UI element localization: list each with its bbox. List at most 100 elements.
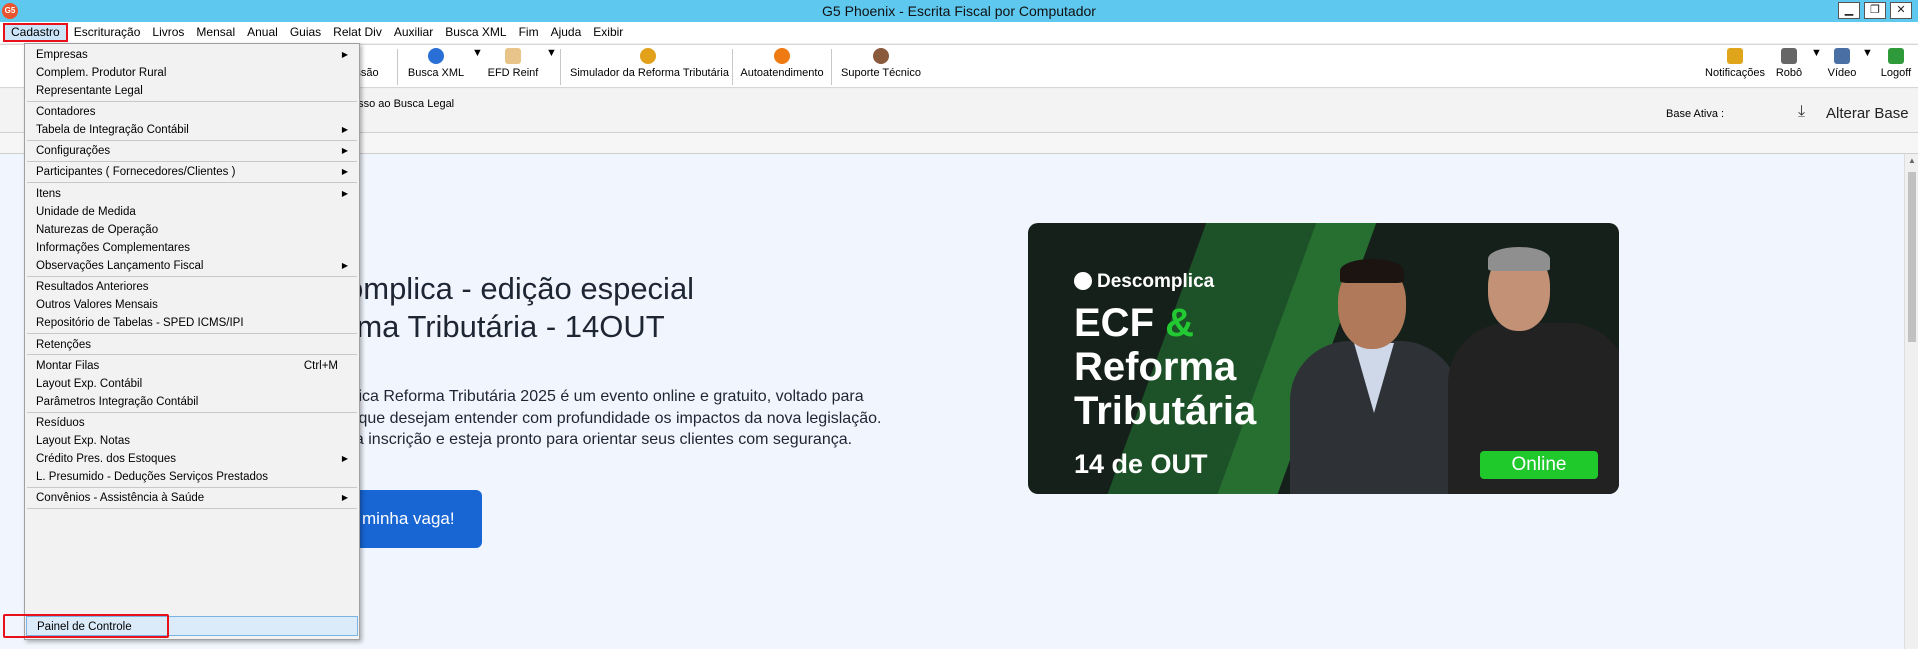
base-ativa-label: Base Ativa : [1666,108,1725,120]
submenu-arrow-icon: ▶ [341,261,348,270]
menu-exibir[interactable]: Exibir [587,23,629,42]
menu-item-residuos[interactable]: Resíduos [26,413,358,433]
help-icon [774,48,790,64]
menu-item-itens[interactable]: Itens ▶ [26,184,358,204]
robo-dropdown-icon[interactable]: ▼ [1811,47,1822,87]
menu-item-layout-exp-contabil[interactable]: Layout Exp. Contábil [26,374,358,394]
title-bar: G5 G5 Phoenix - Escrita Fiscal por Compu… [0,0,1918,22]
submenu-arrow-icon: ▶ [341,454,348,463]
descomplica-logo-icon [1074,272,1092,290]
menu-item-complem-produtor-rural[interactable]: Complem. Produtor Rural [26,63,358,83]
notificacoes-button[interactable]: Notificações [1704,47,1766,87]
robo-button[interactable]: Robô [1772,47,1806,87]
menu-auxiliar[interactable]: Auxiliar [388,23,439,42]
event-headline: omplica - edição especial rma Tributária… [346,271,695,344]
menu-item-unidade-de-medida[interactable]: Unidade de Medida [26,202,358,222]
restore-button[interactable]: ❐ [1864,2,1886,19]
menu-mensal[interactable]: Mensal [190,23,241,42]
menu-item-naturezas-de-operacao[interactable]: Naturezas de Operação [26,220,358,240]
menu-separator [27,333,357,334]
menu-guias[interactable]: Guias [284,23,327,42]
menu-fim[interactable]: Fim [513,23,545,42]
menu-escrituracao[interactable]: Escrituração [68,23,147,42]
menu-item-l-presumido-deducoes[interactable]: L. Presumido - Deduções Serviços Prestad… [26,467,358,487]
menu-bar: Cadastro Escrituração Livros Mensal Anua… [0,22,1918,43]
toolbar-separator [397,49,398,85]
support-agent-icon [873,48,889,64]
menu-item-outros-valores-mensais[interactable]: Outros Valores Mensais [26,295,358,315]
menu-item-credito-pres-estoques[interactable]: Crédito Pres. dos Estoques ▶ [26,449,358,469]
menu-separator [27,508,357,509]
vertical-scrollbar[interactable]: ▲ [1904,154,1918,649]
menu-separator [27,354,357,355]
highlight-annotation [3,614,169,638]
menu-item-parametros-integracao-contabil[interactable]: Parâmetros Integração Contábil [26,392,358,412]
efd-reinf-icon [505,48,521,64]
menu-anual[interactable]: Anual [241,23,284,42]
submenu-arrow-icon: ▶ [341,146,348,155]
efd-reinf-dropdown-icon[interactable]: ▼ [546,47,557,87]
video-button[interactable]: Vídeo [1824,47,1860,87]
simulador-reforma-button[interactable]: Simulador da Reforma Tributária [570,47,729,87]
menu-item-retencoes[interactable]: Retenções [26,335,358,355]
submenu-arrow-icon: ▶ [341,167,348,176]
event-description: plica Reforma Tributária 2025 é um event… [346,388,882,448]
robot-icon [1781,48,1797,64]
logoff-icon [1888,48,1904,64]
submenu-arrow-icon: ▶ [341,493,348,502]
minimize-button[interactable]: ▁ [1838,2,1860,19]
blank-icon [359,48,375,64]
menu-livros[interactable]: Livros [146,23,190,42]
submenu-arrow-icon: ▶ [341,50,348,59]
logoff-button[interactable]: Logoff [1878,47,1914,87]
event-banner[interactable]: Descomplica ECF & Reforma Tributária 14 de… [1028,223,1619,494]
toolbar-separator [560,49,561,85]
video-dropdown-icon[interactable]: ▼ [1862,47,1873,87]
menu-relat-div[interactable]: Relat Div [327,23,388,42]
bell-icon [1727,48,1743,64]
menu-item-participantes[interactable]: Participantes ( Fornecedores/Clientes ) ▶ [26,162,358,182]
coin-icon [640,48,656,64]
submenu-arrow-icon: ▶ [341,189,348,198]
menu-item-layout-exp-notas[interactable]: Layout Exp. Notas [26,431,358,451]
cadastro-dropdown-menu: Empresas ▶ Complem. Produtor Rural Repres… [24,43,360,640]
busca-xml-icon [428,48,444,64]
suporte-tecnico-button[interactable]: Suporte Técnico [838,47,924,87]
menu-item-informacoes-complementares[interactable]: Informações Complementares [26,238,358,258]
menu-separator [27,182,357,183]
menu-item-empresas[interactable]: Empresas ▶ [26,45,358,65]
menu-cadastro[interactable]: Cadastro [3,23,68,42]
scroll-up-icon[interactable]: ▲ [1908,156,1916,165]
menu-item-configuracoes[interactable]: Configurações ▶ [26,141,358,161]
menu-item-contadores[interactable]: Contadores [26,102,358,122]
menu-item-observacoes-lancamento-fiscal[interactable]: Observações Lançamento Fiscal ▶ [26,256,358,276]
alterar-base-button[interactable]: Alterar Base [1826,105,1909,122]
busca-xml-dropdown-icon[interactable]: ▼ [472,47,483,87]
reserve-spot-button[interactable]: minha vaga! [346,490,482,548]
efd-reinf-button[interactable]: EFD Reinf [484,47,542,87]
autoatendimento-button[interactable]: Autoatendimento [738,47,826,87]
banner-title: ECF & Reforma Tributária [1074,301,1257,433]
toolbar-separator [831,49,832,85]
menu-item-repositorio-de-tabelas[interactable]: Repositório de Tabelas - SPED ICMS/IPI [26,313,358,333]
menu-item-representante-legal[interactable]: Representante Legal [26,81,358,101]
download-icon[interactable]: ⤓ [1798,103,1805,121]
menu-item-resultados-anteriores[interactable]: Resultados Anteriores [26,277,358,297]
menu-item-convenios-assistencia-saude[interactable]: Convênios - Assistência à Saúde ▶ [26,488,358,508]
menu-item-tabela-integracao-contabil[interactable]: Tabela de Integração Contábil ▶ [26,120,358,140]
menu-busca-xml[interactable]: Busca XML [439,23,512,42]
busca-legal-link[interactable]: esso ao Busca Legal [352,98,454,110]
banner-date: 14 de OUT [1074,449,1208,479]
menu-item-montar-filas[interactable]: Montar Filas Ctrl+M [26,356,358,376]
window-title: G5 Phoenix - Escrita Fiscal por Computad… [822,3,1096,19]
close-button[interactable]: ✕ [1890,2,1912,19]
video-icon [1834,48,1850,64]
banner-brand: Descomplica [1074,271,1214,293]
toolbar-separator [732,49,733,85]
submenu-arrow-icon: ▶ [341,125,348,134]
online-badge: Online [1480,451,1598,479]
shortcut-label: Ctrl+M [303,360,338,372]
menu-ajuda[interactable]: Ajuda [545,23,588,42]
busca-xml-button[interactable]: Busca XML [404,47,468,87]
scrollbar-thumb[interactable] [1908,172,1916,342]
